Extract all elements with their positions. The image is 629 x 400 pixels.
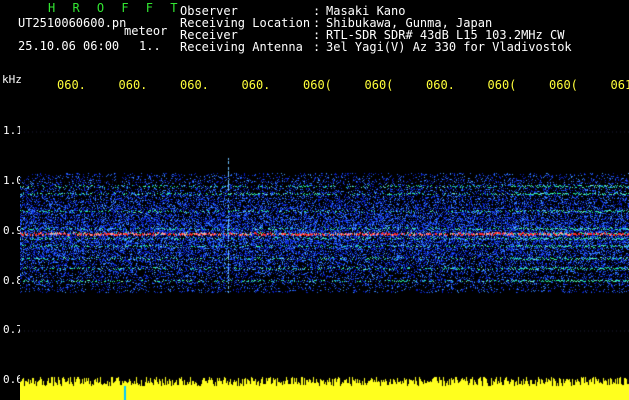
x-tick-label: 060( [364, 78, 394, 92]
detection-label: meteor [124, 24, 168, 38]
x-tick-label: 060( [549, 78, 578, 92]
x-tick-label: 060. [180, 78, 209, 92]
x-tick-label: 060. [426, 78, 455, 92]
count-label: 1.. [139, 39, 161, 53]
antenna-value: 3el Yagi(V) Az 330 for Vladivostok [326, 40, 572, 54]
x-tick-label: 060( [487, 78, 517, 92]
x-tick-label: 060( [303, 78, 332, 92]
x-tick-label: 0610 [610, 78, 629, 92]
y-axis-unit: kHz [2, 73, 22, 86]
x-tick-label: 060. [241, 78, 271, 92]
x-tick-label: 060. [57, 78, 86, 92]
antenna-label: Receiving Antenna [180, 40, 303, 54]
filename-label: UT2510060600.pn [18, 16, 127, 30]
hrofft-window: H R O F F T UT2510060600.pn meteor 25.10… [0, 0, 629, 400]
brand-title: H R O F F T [48, 1, 183, 15]
antenna-separator: : [313, 40, 321, 54]
spectrogram-canvas [20, 96, 629, 400]
x-tick-label: 060. [118, 78, 148, 92]
timestamp-label: 25.10.06 06:00 [18, 39, 120, 53]
